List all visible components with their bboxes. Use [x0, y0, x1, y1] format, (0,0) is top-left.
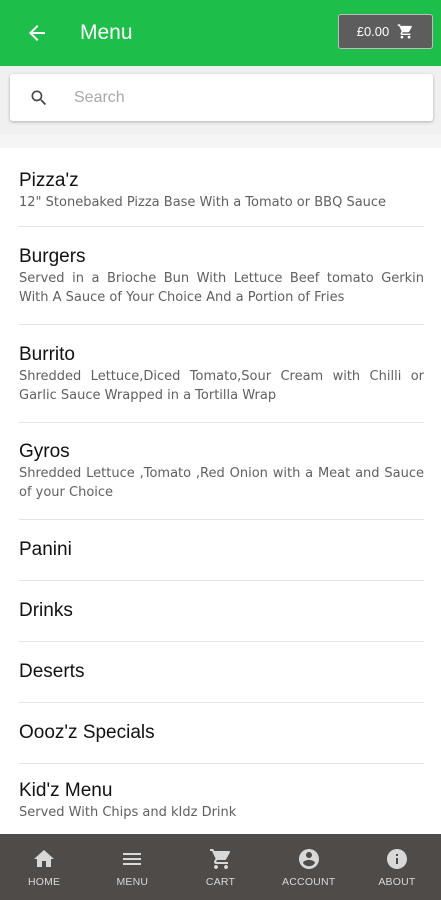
- menu-category-burgers[interactable]: Burgers Served in a Brioche Bun With Let…: [19, 227, 424, 325]
- cart-icon: [209, 848, 230, 869]
- cart-icon: [397, 24, 413, 39]
- category-title: Burrito: [19, 343, 75, 365]
- menu-category-specials[interactable]: Oooz'z Specials: [19, 703, 424, 764]
- account-icon: [298, 848, 319, 869]
- bottom-navigation: HOME MENU CART ACCOUNT ABOUT: [0, 834, 441, 900]
- menu-category-kidz-menu[interactable]: Kid'z Menu Served With Chips and kIdz Dr…: [19, 764, 424, 836]
- category-description: Served in a Brioche Bun With Lettuce Bee…: [19, 270, 424, 305]
- menu-category-gyros[interactable]: Gyros Shredded Lettuce ,Tomato ,Red Onio…: [19, 423, 424, 520]
- category-title: Pizza'z: [19, 169, 79, 191]
- nav-about[interactable]: ABOUT: [353, 834, 441, 900]
- menu-category-pizzaz[interactable]: Pizza'z 12" Stonebaked Pizza Base With a…: [19, 148, 424, 227]
- nav-label: HOME: [27, 875, 61, 888]
- nav-label: MENU: [116, 875, 149, 888]
- category-title: Deserts: [19, 661, 85, 682]
- search-icon: [31, 90, 47, 105]
- app-bar: Menu £0.00: [0, 0, 441, 66]
- divider-band: [0, 134, 441, 148]
- category-description: Served With Chips and kIdz Drink: [19, 804, 237, 820]
- back-button[interactable]: [4, 0, 70, 66]
- nav-account[interactable]: ACCOUNT: [265, 834, 353, 900]
- cart-total-button[interactable]: £0.00: [338, 14, 433, 49]
- search-bar[interactable]: [10, 74, 433, 121]
- category-title: Kid'z Menu: [19, 779, 113, 801]
- page-title: Menu: [80, 21, 133, 44]
- nav-label: CART: [205, 875, 236, 888]
- category-description: Shredded Lettuce,Diced Tomato,Sour Cream…: [19, 368, 424, 403]
- arrow-back-icon: [29, 25, 45, 41]
- category-title: Burgers: [19, 245, 86, 267]
- menu-category-deserts[interactable]: Deserts: [19, 642, 424, 703]
- category-description: 12" Stonebaked Pizza Base With a Tomato …: [19, 194, 387, 210]
- nav-cart[interactable]: CART: [176, 834, 264, 900]
- home-icon: [34, 849, 55, 867]
- category-title: Drinks: [19, 600, 73, 621]
- nav-home[interactable]: HOME: [0, 834, 88, 900]
- menu-category-drinks[interactable]: Drinks: [19, 581, 424, 642]
- menu-icon: [123, 852, 142, 865]
- search-input[interactable]: [72, 87, 396, 108]
- info-icon: [386, 848, 407, 869]
- cart-total: £0.00: [356, 24, 390, 39]
- nav-label: ABOUT: [378, 875, 416, 888]
- category-description: Shredded Lettuce ,Tomato ,Red Onion with…: [19, 466, 424, 500]
- nav-menu[interactable]: MENU: [88, 834, 176, 900]
- menu-category-burrito[interactable]: Burrito Shredded Lettuce,Diced Tomato,So…: [19, 325, 424, 423]
- search-section: [0, 66, 441, 134]
- menu-category-list: Pizza'z 12" Stonebaked Pizza Base With a…: [0, 148, 441, 836]
- menu-category-panini[interactable]: Panini: [19, 520, 424, 581]
- nav-label: ACCOUNT: [282, 875, 336, 888]
- category-title: Oooz'z Specials: [19, 722, 155, 743]
- category-title: Panini: [19, 539, 72, 560]
- category-title: Gyros: [19, 441, 70, 462]
